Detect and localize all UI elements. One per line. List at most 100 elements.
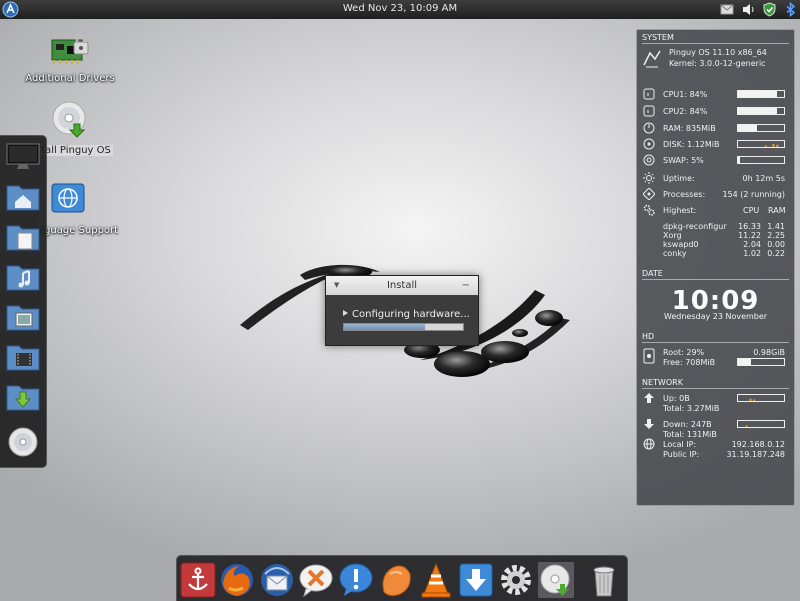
cpu-icon (643, 88, 655, 100)
swap-bar-fill (738, 157, 741, 163)
downloads-folder-icon[interactable] (5, 380, 41, 412)
download-graph (737, 420, 785, 428)
cpu1-bar (737, 90, 785, 98)
install-progress-fill (344, 324, 425, 330)
dialog-title: Install (386, 280, 418, 291)
ram-bar-fill (738, 125, 758, 131)
upload-speed: Up: 0B (663, 394, 690, 403)
cpu2-bar (737, 107, 785, 115)
conky-monitor: SYSTEM Pinguy OS 11.10 x86_64 Kernel: 3.… (636, 29, 795, 506)
disk-activity-graph (737, 140, 785, 148)
date-text: Wednesday 23 November (663, 312, 768, 321)
swap-label: SWAP: 5% (663, 156, 704, 165)
music-folder-icon[interactable] (5, 260, 41, 292)
install-progress-bar (343, 323, 464, 331)
free-space: Free: 708MiB (663, 358, 716, 367)
info-chat-icon[interactable] (338, 562, 374, 598)
cpu2-bar-fill (738, 108, 777, 114)
hd-header: HD (642, 332, 655, 341)
harddisk-icon (643, 348, 655, 364)
proc-ram: 0.22 (767, 249, 785, 258)
security-shield-icon[interactable] (762, 2, 777, 17)
desktop-icon-additional-drivers[interactable]: Additional Drivers (22, 28, 118, 84)
cd-drive-icon[interactable] (5, 426, 41, 458)
disk-label: DISK: 1.12MiB (663, 140, 720, 149)
volume-icon[interactable] (741, 2, 756, 17)
download-total: Total: 131MiB (663, 430, 717, 439)
trash-icon[interactable] (586, 562, 622, 598)
divider (642, 388, 789, 389)
swap-bar (737, 156, 785, 164)
public-ip: 31.19.187.248 (726, 450, 785, 459)
system-tux-icon (643, 50, 661, 68)
cpu1-bar-fill (738, 91, 777, 97)
date-header: DATE (642, 269, 663, 278)
expander-arrow-icon[interactable] (343, 310, 348, 316)
orange-blob-icon[interactable] (378, 562, 414, 598)
os-name: Pinguy OS 11.10 x86_64 (669, 48, 767, 57)
proc-ram: 1.41 (767, 222, 785, 231)
dialog-titlebar[interactable]: ▼ Install − (326, 276, 478, 295)
thunderbird-icon[interactable] (259, 562, 295, 598)
system-header: SYSTEM (642, 33, 674, 42)
uptime-sun-icon (643, 172, 655, 184)
language-support-icon (51, 183, 85, 213)
col-ram-header: RAM (768, 206, 786, 215)
uptime-label: Uptime: (663, 174, 695, 183)
divider (642, 43, 789, 44)
videos-folder-icon[interactable] (5, 340, 41, 372)
root-bar (737, 358, 785, 366)
ram-bar (737, 124, 785, 132)
proc-ram: 2.25 (767, 231, 785, 240)
proc-name: Xorg (663, 231, 682, 240)
firefox-icon[interactable] (219, 562, 255, 598)
download-arrow-icon (644, 419, 654, 429)
messages-icon[interactable] (720, 2, 735, 17)
proc-cpu: 11.22 (738, 231, 761, 240)
bluetooth-icon[interactable] (783, 1, 798, 18)
install-dialog: ▼ Install − Configuring hardware... (325, 275, 479, 346)
swap-icon (643, 154, 655, 166)
root-size: 0.98GiB (753, 348, 785, 357)
minimize-icon[interactable]: − (462, 276, 470, 295)
processes-value: 154 (2 running) (722, 190, 785, 199)
left-dock (0, 135, 47, 468)
anchor-icon[interactable] (180, 562, 216, 598)
dialog-body: Configuring hardware... (326, 295, 478, 320)
kernel-version: Kernel: 3.0.0-12-generic (669, 59, 766, 68)
documents-folder-icon[interactable] (5, 220, 41, 252)
col-cpu-header: CPU (743, 206, 760, 215)
root-usage: Root: 29% (663, 348, 705, 357)
gears-icon (643, 204, 655, 216)
crossed-chat-icon[interactable] (298, 562, 334, 598)
proc-name: conky (663, 249, 687, 258)
desktop-icon-label: tall Pinguy OS (39, 145, 113, 156)
home-folder-icon[interactable] (5, 180, 41, 212)
settings-gear-icon[interactable] (498, 562, 534, 598)
proc-name: kswapd0 (663, 240, 699, 249)
proc-ram: 0.00 (767, 240, 785, 249)
proc-cpu: 16.33 (738, 222, 761, 231)
pictures-folder-icon[interactable] (5, 300, 41, 332)
download-icon[interactable] (458, 562, 494, 598)
install-cd-icon (52, 101, 86, 138)
window-menu-icon[interactable]: ▼ (334, 276, 339, 295)
globe-icon (643, 438, 655, 450)
divider (642, 279, 789, 280)
upload-total: Total: 3.27MiB (663, 404, 720, 413)
local-ip-label: Local IP: (663, 440, 697, 449)
system-tray (720, 1, 798, 18)
ram-label: RAM: 835MiB (663, 124, 716, 133)
desktop-icon-label: Additional Drivers (25, 73, 115, 84)
drivers-icon (51, 33, 89, 64)
divider (642, 342, 789, 343)
processes-icon (643, 188, 655, 200)
local-ip: 192.168.0.12 (731, 440, 785, 449)
highest-label: Highest: (663, 206, 697, 215)
panel-clock[interactable]: Wed Nov 23, 10:09 AM (0, 3, 800, 14)
install-cd-icon[interactable] (538, 562, 574, 598)
download-speed: Down: 247B (663, 420, 712, 429)
vlc-icon[interactable] (418, 562, 454, 598)
cpu2-label: CPU2: 84% (663, 107, 708, 116)
monitor-icon[interactable] (5, 140, 41, 172)
